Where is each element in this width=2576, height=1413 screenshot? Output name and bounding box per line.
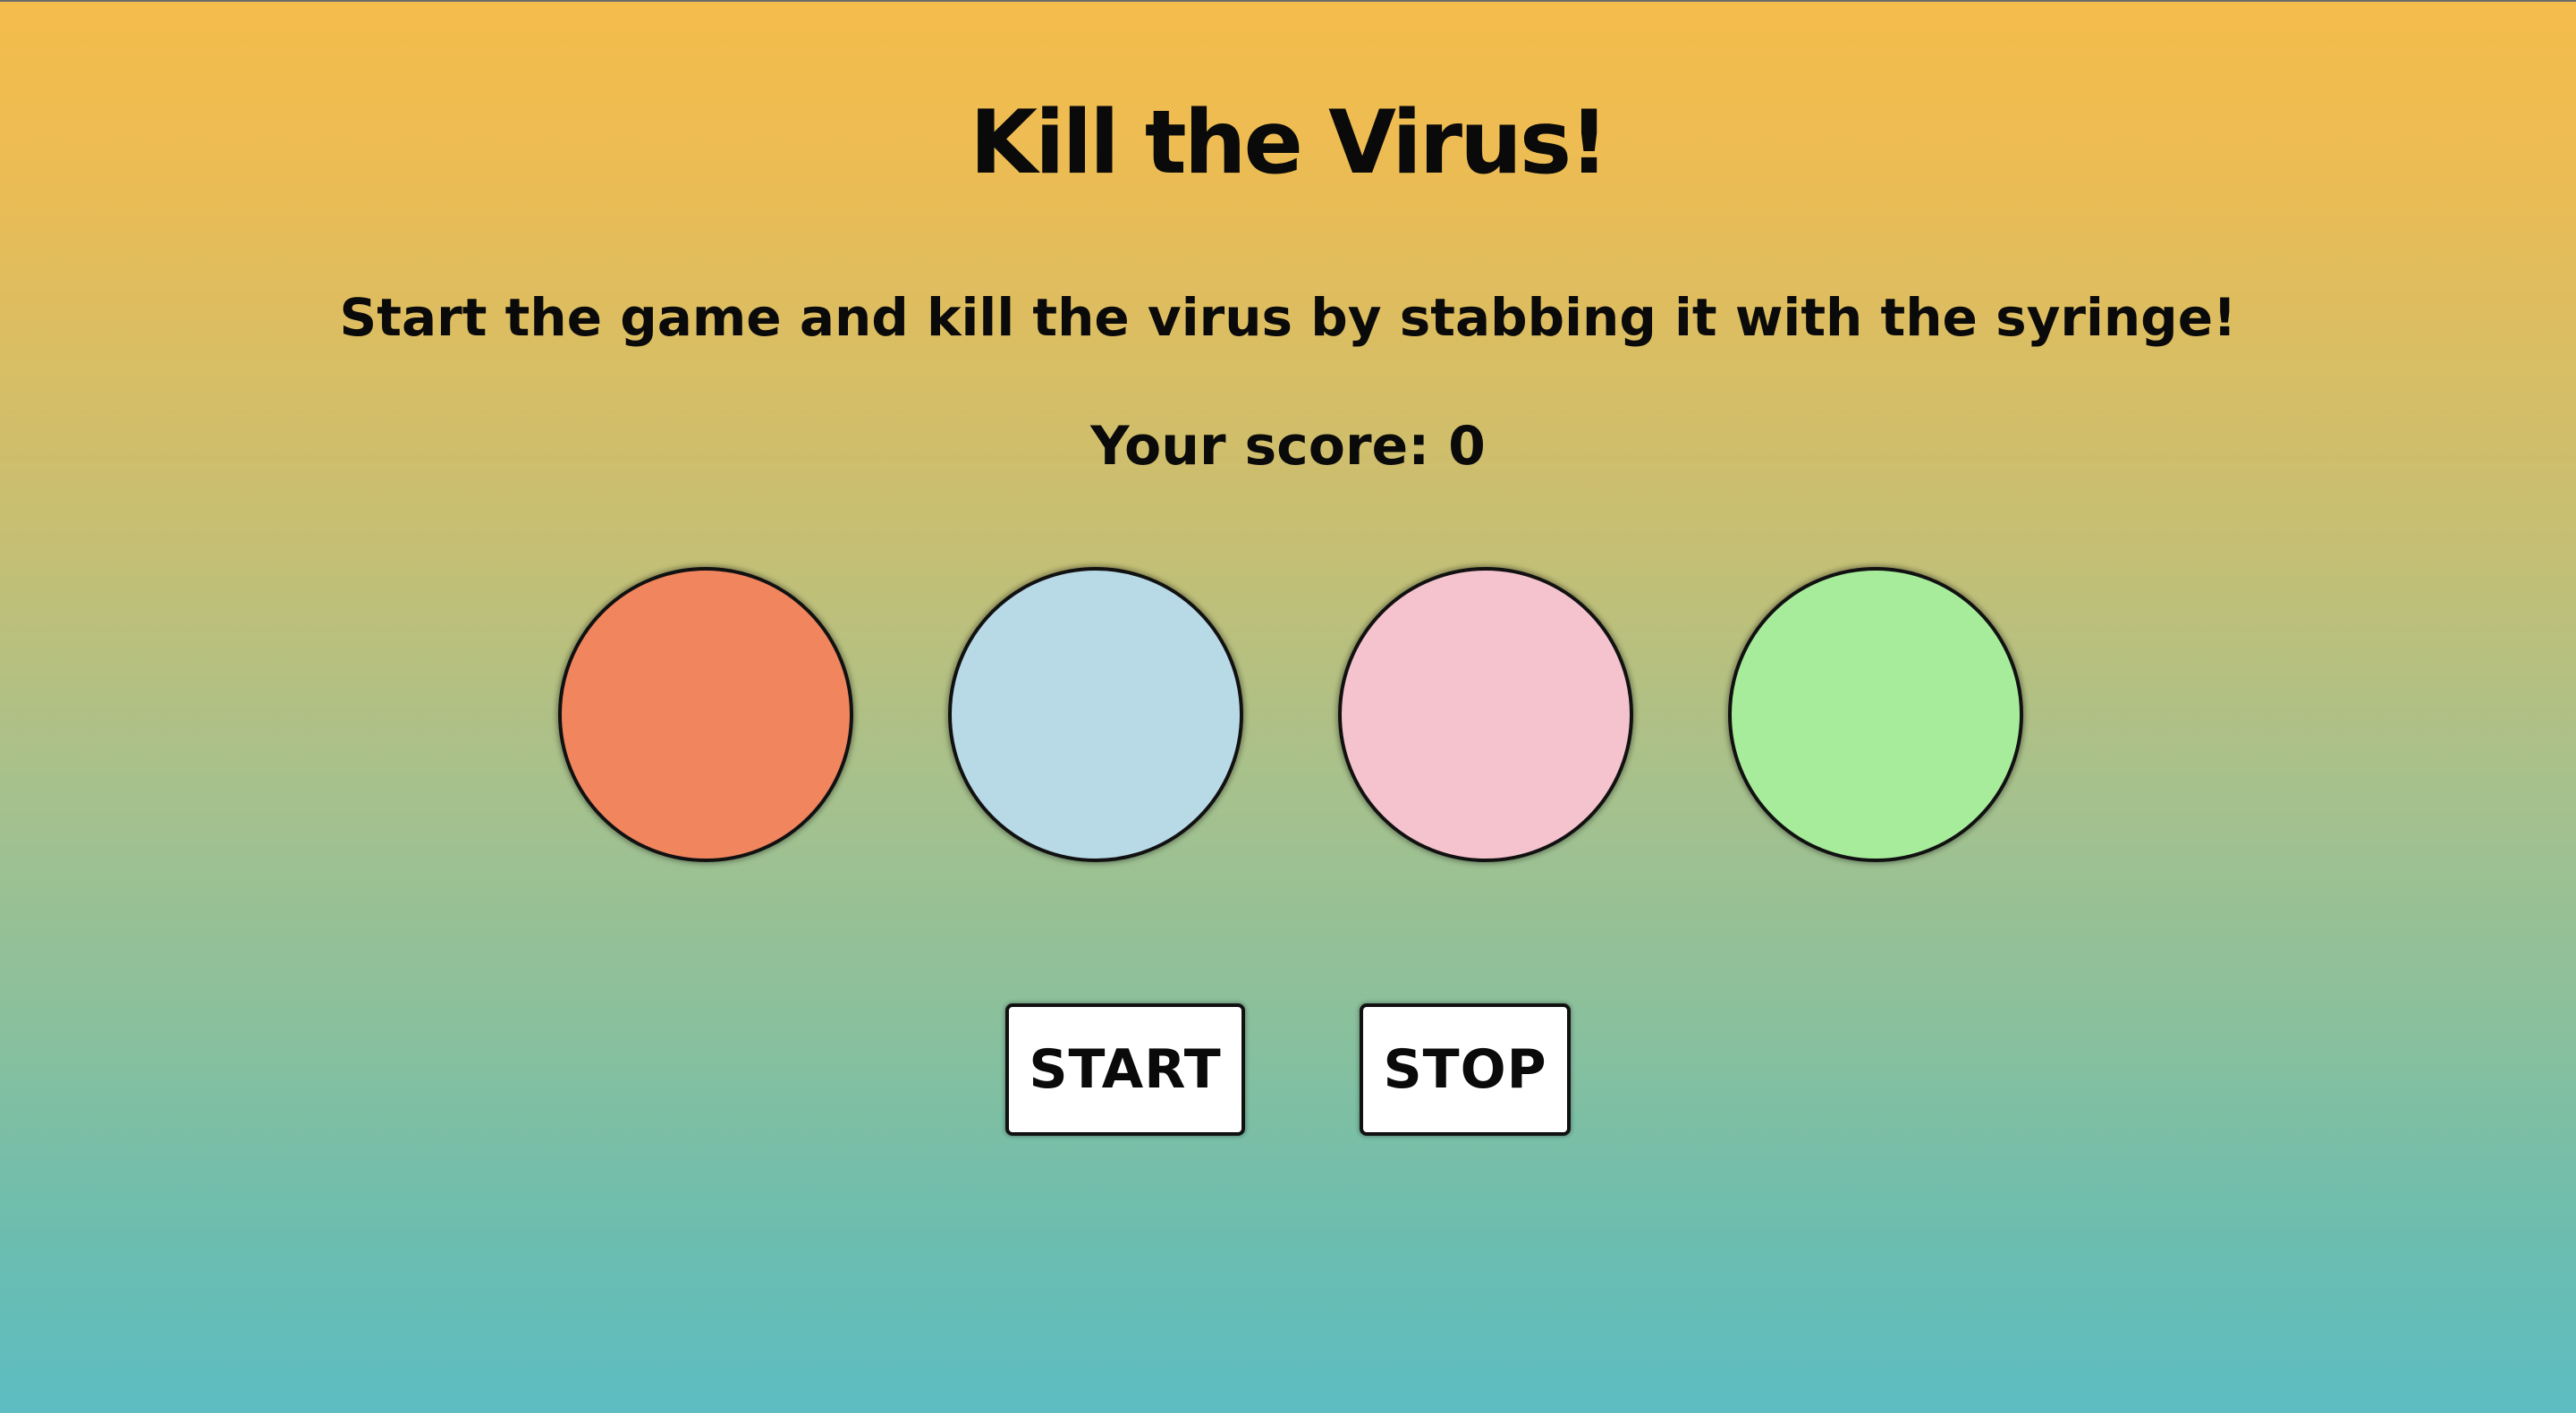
start-button[interactable]: START	[1005, 1003, 1245, 1136]
stop-button[interactable]: STOP	[1360, 1003, 1571, 1136]
game-page: Kill the Virus! Start the game and kill …	[0, 0, 2576, 1413]
virus-holes	[0, 567, 2576, 862]
game-instructions: Start the game and kill the virus by sta…	[339, 287, 2237, 348]
score-display: Your score: 0	[1090, 415, 1486, 478]
game-controls: START STOP	[0, 1003, 2576, 1139]
virus-hole-1[interactable]	[558, 567, 853, 862]
virus-hole-3[interactable]	[1338, 567, 1633, 862]
game-title: Kill the Virus!	[970, 92, 1609, 194]
virus-hole-2[interactable]	[948, 567, 1243, 862]
virus-hole-4[interactable]	[1728, 567, 2023, 862]
